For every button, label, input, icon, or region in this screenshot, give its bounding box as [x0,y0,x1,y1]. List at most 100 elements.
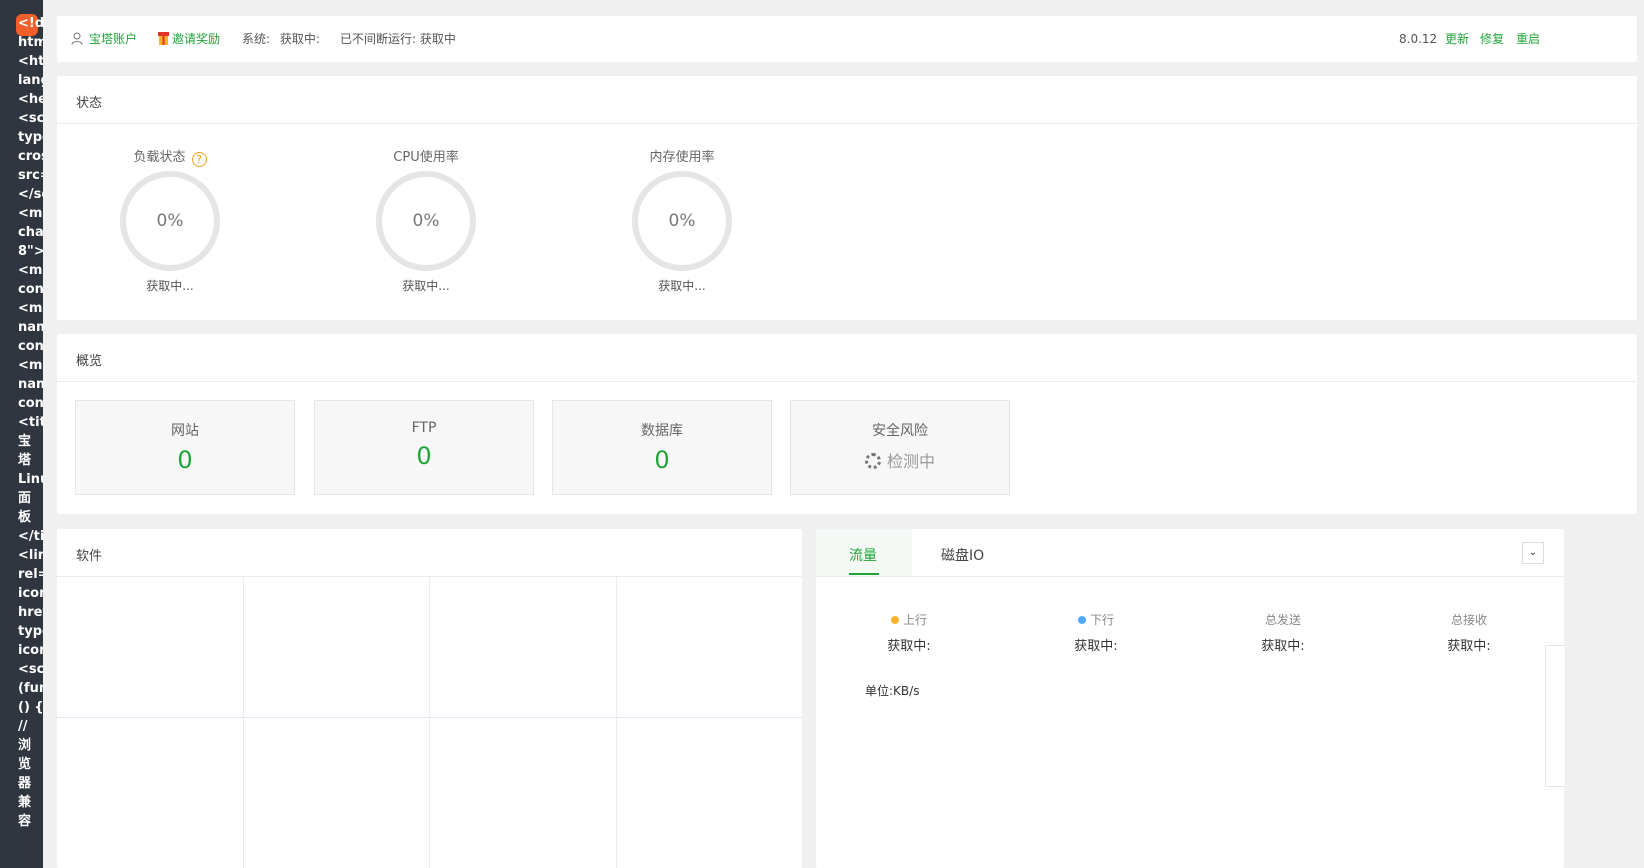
loading-spinner-icon [864,453,881,469]
grid-line [616,577,617,868]
load-value: 0% [156,211,184,231]
code-line: // [18,719,28,734]
code-line: </sc [18,187,43,202]
download-value: 获取中: [1074,639,1118,654]
code-line: 塔 [18,453,32,468]
code-line: <scr [18,662,43,677]
tab-traffic-label: 流量 [849,548,877,564]
cpu-status: 获取中... [402,279,450,293]
overview-sites[interactable]: 网站 0 [75,400,295,495]
code-line: 览 [18,757,32,772]
user-icon [71,32,83,45]
code-line: 面 [18,491,32,506]
code-line: type [18,130,43,145]
grid-line [57,717,802,718]
code-line: src= [18,168,43,183]
cpu-label: CPU使用率 [393,150,459,165]
stat-total-sent: 总发送 获取中: [1223,611,1343,654]
code-line: <!do [18,16,43,31]
system-info: 系统: 获取中: [242,31,320,47]
code-line: rel= [18,567,43,582]
code-line: <hea [18,92,43,107]
overview-title: 概览 [76,354,103,369]
code-line: 8"> [18,244,43,259]
code-line: 容 [18,814,32,829]
system-value: 获取中: [279,32,320,46]
total-received-label: 总接收 [1450,613,1487,627]
stat-download: 下行 获取中: [1036,611,1156,654]
total-sent-label: 总发送 [1264,613,1301,627]
load-status: 获取中... [146,279,194,293]
overview-security-risk[interactable]: 安全风险 检测中 [790,400,1010,495]
code-line: 器 [18,776,32,791]
total-sent-value: 获取中: [1261,639,1305,654]
unit-label: 单位:KB/s [865,684,920,698]
upload-label-row: 上行 [849,611,969,627]
code-line: 浏 [18,738,32,753]
divider [57,381,1637,382]
tab-disk-io[interactable]: 磁盘IO [941,545,984,565]
restart-link[interactable]: 重启 [1516,31,1540,47]
overview-ftp[interactable]: FTP 0 [314,400,534,495]
sites-label: 网站 [171,423,199,439]
code-line: lang [18,73,43,88]
account-link[interactable]: 宝塔账户 [71,31,137,47]
version-label: 8.0.12 [1399,32,1438,46]
top-bar: 宝塔账户 邀请奖励 系统: 获取中: 已不间断运行: 获取中 8.0.12 更新… [57,16,1637,62]
code-line: <me [18,206,43,221]
code-line: htm [18,35,43,50]
database-count: 0 [654,446,670,474]
code-line: <me [18,301,43,316]
divider [57,123,1637,124]
grid-line [243,577,244,868]
ftp-label: FTP [411,420,437,436]
memory-gauge[interactable]: 内存使用率 0% 获取中... [612,149,752,294]
repair-link[interactable]: 修复 [1480,31,1504,47]
cpu-gauge[interactable]: CPU使用率 0% 获取中... [356,149,496,294]
invite-link[interactable]: 邀请奖励 [158,31,220,47]
code-line: nam [18,320,43,335]
tab-traffic[interactable]: 流量 [816,529,912,576]
code-line: type [18,624,43,639]
upload-value: 获取中: [887,639,931,654]
code-line: () { [18,700,43,715]
question-circle-icon[interactable]: ? [191,152,207,167]
code-line: </tit [18,529,43,544]
code-lines: <!do htm <htr lang <hea <scr type cros src= </sc <… [18,14,43,831]
load-ring: 0% [120,171,220,271]
overview-database[interactable]: 数据库 0 [552,400,772,495]
stat-total-received: 总接收 获取中: [1409,611,1529,654]
load-label: 负载状态 [133,150,186,165]
code-line: con [18,339,43,354]
load-gauge[interactable]: 负载状态? 0% 获取中... [100,149,240,294]
status-panel: 状态 负载状态? 0% 获取中... CPU使用率 0% 获取中... 内存使用… [57,76,1637,320]
code-line: <scr [18,111,43,126]
update-link[interactable]: 更新 [1445,31,1469,47]
security-risk-status: 检测中 [791,448,1009,472]
memory-value: 0% [668,211,696,231]
code-line: cros [18,149,43,164]
upload-dot-icon [890,616,899,624]
code-line: 兼 [18,795,32,810]
gift-icon [158,32,169,45]
total-received-value: 获取中: [1447,639,1491,654]
traffic-panel: 流量 磁盘IO ⌄ 上行 获取中: 下行 获取中: 总发送 获取中: 总接收 获… [816,529,1564,868]
code-line: <lin [18,548,43,563]
tab-underline [849,573,879,575]
code-line: nam [18,377,43,392]
divider [816,576,1564,577]
code-line: icon [18,643,43,658]
code-sidebar: <!do htm <htr lang <hea <scr type cros src= </sc <… [0,0,43,868]
side-panel-handle[interactable] [1545,645,1565,787]
chevron-down-icon[interactable]: ⌄ [1522,542,1544,564]
database-label: 数据库 [641,423,683,439]
cpu-ring: 0% [376,171,476,271]
cpu-value: 0% [412,211,440,231]
invite-label: 邀请奖励 [172,32,221,46]
memory-ring: 0% [632,171,732,271]
code-line: <htr [18,54,43,69]
uptime-info: 已不间断运行: 获取中 [340,32,456,46]
software-panel: 软件 [57,529,802,868]
code-line: 宝 [18,434,32,449]
system-label: 系统: [242,32,271,46]
